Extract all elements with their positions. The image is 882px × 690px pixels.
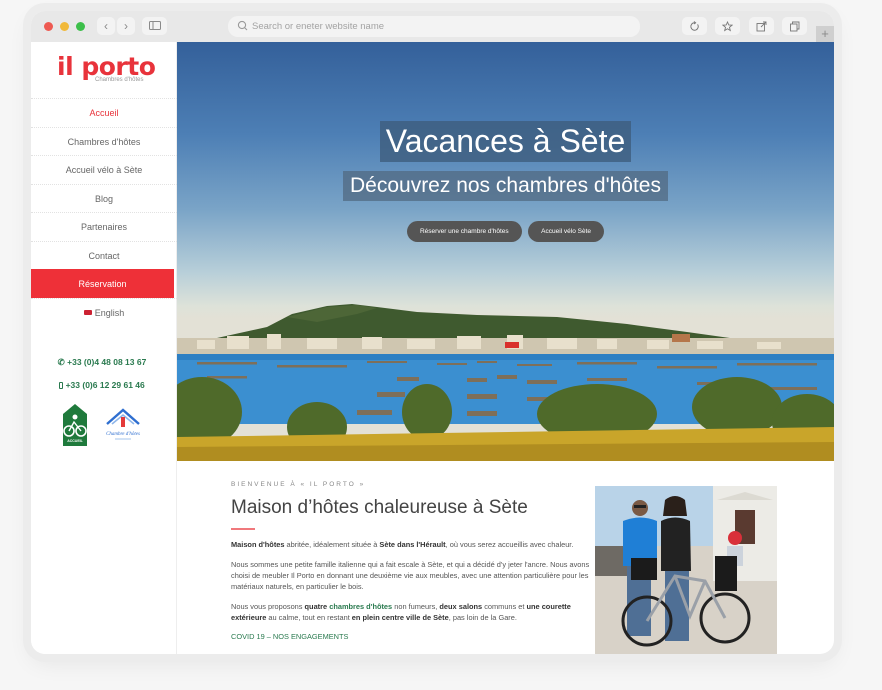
- sidebar-toggle-button[interactable]: [142, 17, 167, 35]
- text: communs et: [482, 601, 527, 611]
- hero-photo-sete-lagoon: [177, 304, 834, 461]
- chevron-left-icon: ‹: [104, 19, 108, 33]
- heading-divider: [231, 528, 255, 530]
- chambres-link[interactable]: chambres d'hôtes: [329, 602, 392, 611]
- url-input[interactable]: [252, 18, 622, 35]
- text: Nous vous proposons: [231, 601, 305, 611]
- nav-item-chambres[interactable]: Chambres d'hôtes: [31, 126, 177, 156]
- chambre-dhotes-badge: Chambre d'hôtes: [106, 408, 140, 440]
- text: , où vous serez accueillis avec chaleur.: [445, 539, 574, 549]
- reload-button[interactable]: [682, 17, 707, 35]
- accueil-velo-button[interactable]: Accueil vélo Sète: [528, 221, 604, 242]
- nav-item-reservation[interactable]: Réservation: [31, 269, 174, 298]
- svg-text:Chambre d'hôtes: Chambre d'hôtes: [106, 432, 140, 437]
- tabs-button[interactable]: [782, 17, 807, 35]
- share-button[interactable]: [749, 17, 774, 35]
- nav-item-blog[interactable]: Blog: [31, 183, 177, 213]
- intro-paragraph-2: Nous sommes une petite famille italienne…: [231, 559, 590, 591]
- share-icon: [756, 21, 767, 31]
- section-eyebrow: BIENVENUE À « IL PORTO »: [231, 481, 366, 488]
- emphasis: quatre: [304, 601, 328, 611]
- phone-icon: ✆: [57, 357, 65, 367]
- mobile-link[interactable]: +33 (0)6 12 29 61 46: [31, 380, 173, 390]
- nav-item-contact[interactable]: Contact: [31, 240, 177, 270]
- maximize-window-button[interactable]: [76, 22, 85, 31]
- mobile-number: +33 (0)6 12 29 61 46: [65, 380, 145, 390]
- nav-item-english-label: English: [94, 307, 125, 318]
- reload-icon: [690, 20, 699, 31]
- nav-item-accueil-velo[interactable]: Accueil vélo à Sète: [31, 155, 177, 184]
- emphasis: Sète dans l'Hérault: [379, 539, 446, 549]
- text: au calme, tout en restant: [266, 612, 352, 622]
- covid-link[interactable]: COVID 19 – NOS ENGAGEMENTS: [231, 632, 348, 641]
- label-badges: ACCUEIL Chambre d'hôtes: [63, 404, 140, 446]
- hero-banner: Vacances à Sète Découvrez nos chambres d…: [177, 42, 834, 461]
- phone-link[interactable]: ✆ +33 (0)4 48 08 13 67: [31, 357, 173, 368]
- intro-paragraph-3: Nous vous proposons quatre chambres d'hô…: [231, 601, 591, 623]
- emphasis: deux salons: [439, 601, 483, 611]
- nav-item-partenaires[interactable]: Partenaires: [31, 212, 177, 241]
- emphasis: Maison d'hôtes: [231, 539, 285, 549]
- bookmark-button[interactable]: [715, 17, 740, 35]
- address-bar[interactable]: [228, 16, 640, 37]
- svg-text:ACCUEIL: ACCUEIL: [67, 439, 83, 443]
- logo[interactable]: il porto Chambres d'hôtes: [57, 54, 157, 84]
- star-icon: [722, 20, 733, 31]
- chevron-right-icon: ›: [124, 19, 128, 33]
- hero-subtitle-text: Découvrez nos chambres d'hôtes: [342, 171, 668, 201]
- sidebar-icon: [148, 21, 161, 30]
- back-button[interactable]: ‹: [97, 17, 115, 35]
- tabs-icon: [790, 21, 800, 31]
- intro-section: BIENVENUE À « IL PORTO » Maison d’hôtes …: [231, 481, 591, 644]
- accueil-velo-badge: ACCUEIL: [63, 404, 87, 446]
- intro-paragraph-1: Maison d'hôtes abritée, idéalement situé…: [231, 539, 591, 550]
- mobile-icon: [59, 382, 64, 390]
- minimize-window-button[interactable]: [60, 22, 69, 31]
- forward-button[interactable]: ›: [117, 17, 135, 35]
- hero-actions: Réserver une chambre d'hôtes Accueil vél…: [177, 220, 834, 242]
- family-bike-photo: [595, 486, 777, 654]
- nav-item-english[interactable]: English: [31, 297, 177, 327]
- main-nav: Accueil Chambres d'hôtes Accueil vélo à …: [31, 98, 177, 326]
- text: non fumeurs,: [392, 601, 440, 611]
- browser-toolbar: ‹ › +: [31, 11, 834, 42]
- family-photo-illustration: [595, 486, 777, 654]
- text: , pas loin de la Gare.: [448, 612, 517, 622]
- section-heading: Maison d’hôtes chaleureuse à Sète: [231, 497, 528, 518]
- text: abritée, idéalement située à: [284, 539, 380, 549]
- emphasis: en plein centre ville de Sète: [351, 612, 449, 622]
- new-tab-button[interactable]: +: [816, 26, 834, 42]
- hero-title-text: Vacances à Sète: [379, 121, 632, 162]
- browser-window: ‹ › + il porto Chambres d'hôtes Accueil: [31, 11, 834, 654]
- hero-title: Vacances à Sète: [177, 121, 834, 162]
- sidebar: il porto Chambres d'hôtes Accueil Chambr…: [31, 42, 177, 654]
- search-icon: [237, 20, 248, 31]
- reserve-room-button[interactable]: Réserver une chambre d'hôtes: [406, 221, 522, 242]
- phone-number: +33 (0)4 48 08 13 67: [67, 357, 147, 367]
- uk-flag-icon: [83, 309, 92, 315]
- hero-subtitle: Découvrez nos chambres d'hôtes: [177, 171, 834, 201]
- close-window-button[interactable]: [44, 22, 53, 31]
- nav-item-accueil[interactable]: Accueil: [31, 98, 177, 127]
